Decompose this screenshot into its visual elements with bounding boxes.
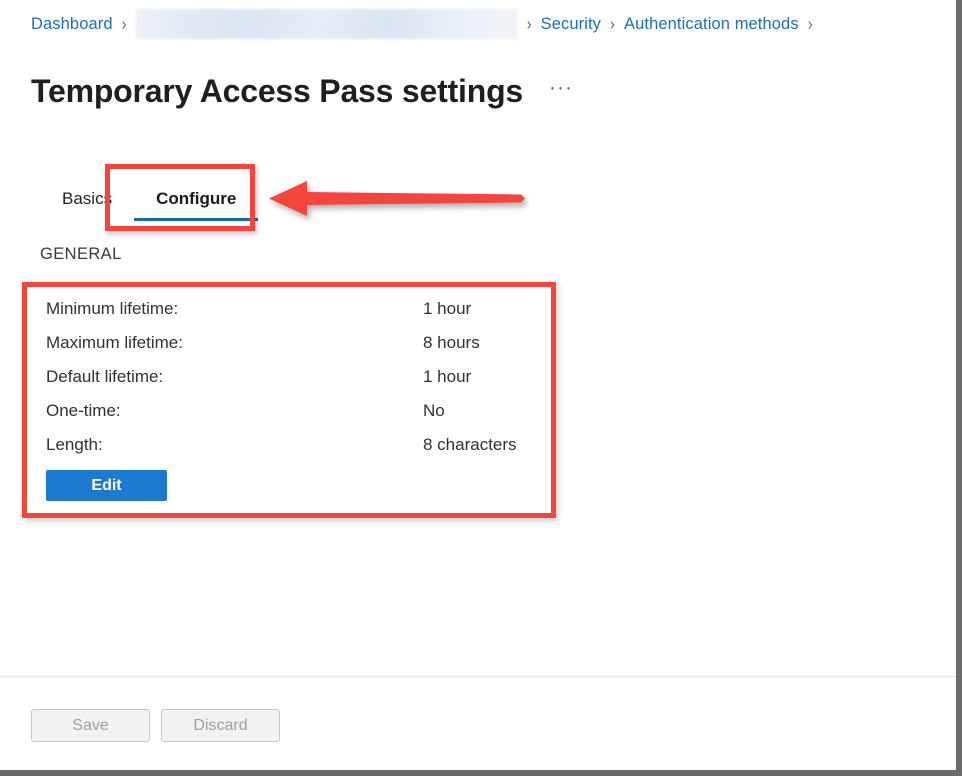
- breadcrumb-separator-icon: ›: [121, 14, 127, 34]
- discard-button[interactable]: Discard: [161, 709, 280, 742]
- setting-label: Maximum lifetime:: [46, 333, 183, 352]
- title-row: Temporary Access Pass settings ···: [31, 50, 577, 133]
- annotation-arrow-icon: [269, 181, 525, 216]
- tab-configure-wrapper: Configure: [134, 189, 259, 221]
- breadcrumb-item-authentication-methods[interactable]: Authentication methods: [624, 15, 799, 34]
- setting-value: No: [423, 401, 445, 420]
- more-options-icon[interactable]: ···: [545, 75, 577, 107]
- general-settings-panel: Minimum lifetime: 1 hour Maximum lifetim…: [27, 287, 551, 513]
- footer-divider: [0, 676, 956, 677]
- breadcrumb-separator-icon: ›: [526, 14, 532, 34]
- tab-basics-wrapper: Basics: [40, 189, 134, 221]
- annotation-highlight-box-settings: Minimum lifetime: 1 hour Maximum lifetim…: [22, 282, 556, 518]
- tab-list: Basics Configure: [40, 177, 259, 221]
- setting-row-length: Length: 8 characters: [46, 435, 551, 469]
- setting-value: 8 hours: [423, 333, 480, 352]
- azure-portal-blade: Dashboard › › Security › Authentication …: [0, 0, 962, 776]
- setting-value: 1 hour: [423, 367, 472, 386]
- footer-actions: Save Discard: [31, 709, 280, 742]
- breadcrumb-item-redacted[interactable]: [135, 9, 518, 39]
- setting-label: One-time:: [46, 401, 121, 420]
- section-heading-general: GENERAL: [40, 245, 122, 263]
- tab-selected-indicator: [134, 218, 259, 221]
- breadcrumb-item-security[interactable]: Security: [541, 15, 601, 34]
- breadcrumb: Dashboard › › Security › Authentication …: [0, 0, 956, 48]
- setting-value: 1 hour: [423, 299, 472, 318]
- setting-value: 8 characters: [423, 435, 517, 454]
- setting-row-minimum-lifetime: Minimum lifetime: 1 hour: [46, 299, 551, 333]
- page-title: Temporary Access Pass settings: [31, 73, 524, 110]
- setting-row-maximum-lifetime: Maximum lifetime: 8 hours: [46, 333, 551, 367]
- setting-label: Minimum lifetime:: [46, 299, 179, 318]
- save-button[interactable]: Save: [31, 709, 150, 742]
- breadcrumb-separator-icon: ›: [807, 14, 813, 34]
- breadcrumb-separator-icon: ›: [610, 14, 616, 34]
- setting-row-default-lifetime: Default lifetime: 1 hour: [46, 367, 551, 401]
- edit-button[interactable]: Edit: [46, 470, 167, 501]
- setting-label: Length:: [46, 435, 103, 454]
- setting-label: Default lifetime:: [46, 367, 164, 386]
- tab-basics[interactable]: Basics: [62, 189, 112, 221]
- tab-configure[interactable]: Configure: [156, 189, 236, 221]
- breadcrumb-item-dashboard[interactable]: Dashboard: [31, 15, 113, 34]
- setting-row-one-time: One-time: No: [46, 401, 551, 435]
